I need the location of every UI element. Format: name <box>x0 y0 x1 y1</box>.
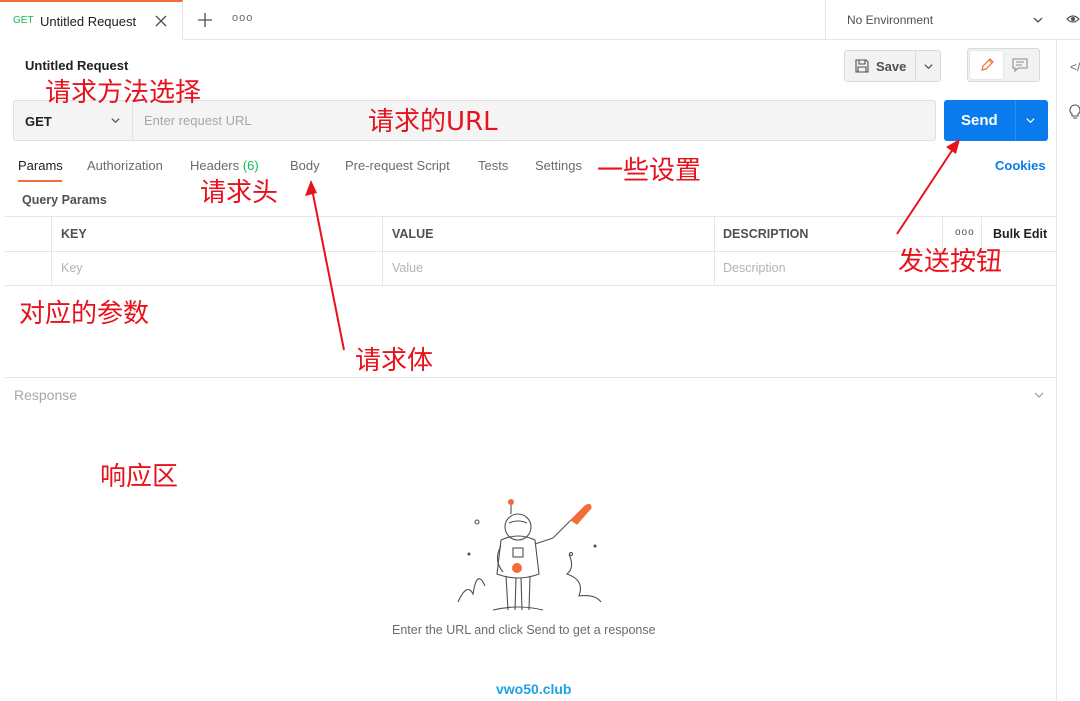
close-icon[interactable] <box>153 13 169 29</box>
annotation-params: 对应的参数 <box>19 299 150 329</box>
comment-icon[interactable] <box>1012 58 1028 72</box>
tab-title: Untitled Request <box>40 14 137 29</box>
annotation-method: 请求方法选择 <box>45 78 202 108</box>
chevron-down-icon[interactable] <box>1033 389 1045 401</box>
annotation-body: 请求体 <box>355 346 434 376</box>
column-options-icon[interactable]: ooo <box>955 227 975 238</box>
astronaut-illustration <box>457 499 602 611</box>
empty-response-message: Enter the URL and click Send to get a re… <box>392 623 656 637</box>
active-tab-indicator <box>18 180 62 182</box>
tab-bar: GET Untitled Request ooo No Environment <box>0 0 1080 40</box>
watermark: vwo50.club <box>496 681 572 697</box>
more-tabs-icon[interactable]: ooo <box>232 12 253 24</box>
environment-selector[interactable]: No Environment <box>825 0 1055 40</box>
query-params-label: Query Params <box>22 193 107 207</box>
save-icon <box>855 59 869 73</box>
annotation-url: 请求的URL <box>368 107 498 137</box>
column-divider <box>51 217 52 286</box>
column-divider <box>714 217 715 286</box>
response-divider[interactable] <box>5 377 1056 378</box>
arrowhead-send <box>946 139 960 154</box>
chevron-down-icon <box>1033 17 1043 23</box>
tab-method-badge: GET <box>13 15 34 26</box>
value-input[interactable]: Value <box>392 261 423 275</box>
code-icon[interactable]: </ <box>1070 60 1080 74</box>
eye-icon[interactable] <box>1066 12 1080 26</box>
tab-authorization[interactable]: Authorization <box>87 158 163 173</box>
tab-headers[interactable]: Headers (6) <box>190 158 259 173</box>
chevron-down-icon[interactable] <box>1025 115 1036 126</box>
column-divider <box>981 217 982 251</box>
right-sidebar <box>1056 40 1080 701</box>
tab-pre-request-script[interactable]: Pre-request Script <box>345 158 450 173</box>
edit-mode-button[interactable] <box>970 51 1003 79</box>
tab-settings[interactable]: Settings <box>535 158 582 173</box>
request-title[interactable]: Untitled Request <box>25 58 128 73</box>
url-input[interactable] <box>134 101 934 140</box>
column-divider <box>382 217 383 286</box>
annotation-send: 发送按钮 <box>898 247 1003 277</box>
send-button[interactable]: Send <box>944 100 1048 141</box>
send-label: Send <box>961 112 998 129</box>
save-label: Save <box>876 59 907 74</box>
headers-count-badge: (6) <box>242 158 259 173</box>
column-divider <box>942 217 943 251</box>
pencil-icon <box>981 58 994 71</box>
save-button[interactable]: Save <box>844 50 941 82</box>
arrowhead-body <box>305 180 317 196</box>
chevron-down-icon <box>111 118 120 124</box>
plus-icon[interactable] <box>196 11 214 29</box>
annotation-response: 响应区 <box>100 462 179 492</box>
column-header-value: VALUE <box>392 227 434 241</box>
tab-params[interactable]: Params <box>18 158 63 173</box>
chevron-down-icon[interactable] <box>923 61 934 72</box>
method-label: GET <box>25 114 52 129</box>
environment-label: No Environment <box>847 13 934 27</box>
send-divider <box>1015 100 1016 141</box>
cookies-link[interactable]: Cookies <box>995 158 1046 173</box>
column-header-key: KEY <box>61 227 87 241</box>
description-input[interactable]: Description <box>723 261 786 275</box>
annotation-headers: 请求头 <box>200 178 279 208</box>
tab-body[interactable]: Body <box>290 158 320 173</box>
request-tab[interactable]: GET Untitled Request <box>0 0 183 40</box>
tab-headers-label: Headers <box>190 158 240 173</box>
column-header-description: DESCRIPTION <box>723 227 809 241</box>
response-title: Response <box>14 387 78 403</box>
save-divider <box>915 51 916 81</box>
bulk-edit-button[interactable]: Bulk Edit <box>993 227 1047 241</box>
view-mode-toggle <box>967 48 1040 82</box>
key-input[interactable]: Key <box>61 261 83 275</box>
tab-tests[interactable]: Tests <box>478 158 508 173</box>
lightbulb-icon[interactable] <box>1068 104 1080 120</box>
annotation-settings: 一些设置 <box>597 156 702 186</box>
